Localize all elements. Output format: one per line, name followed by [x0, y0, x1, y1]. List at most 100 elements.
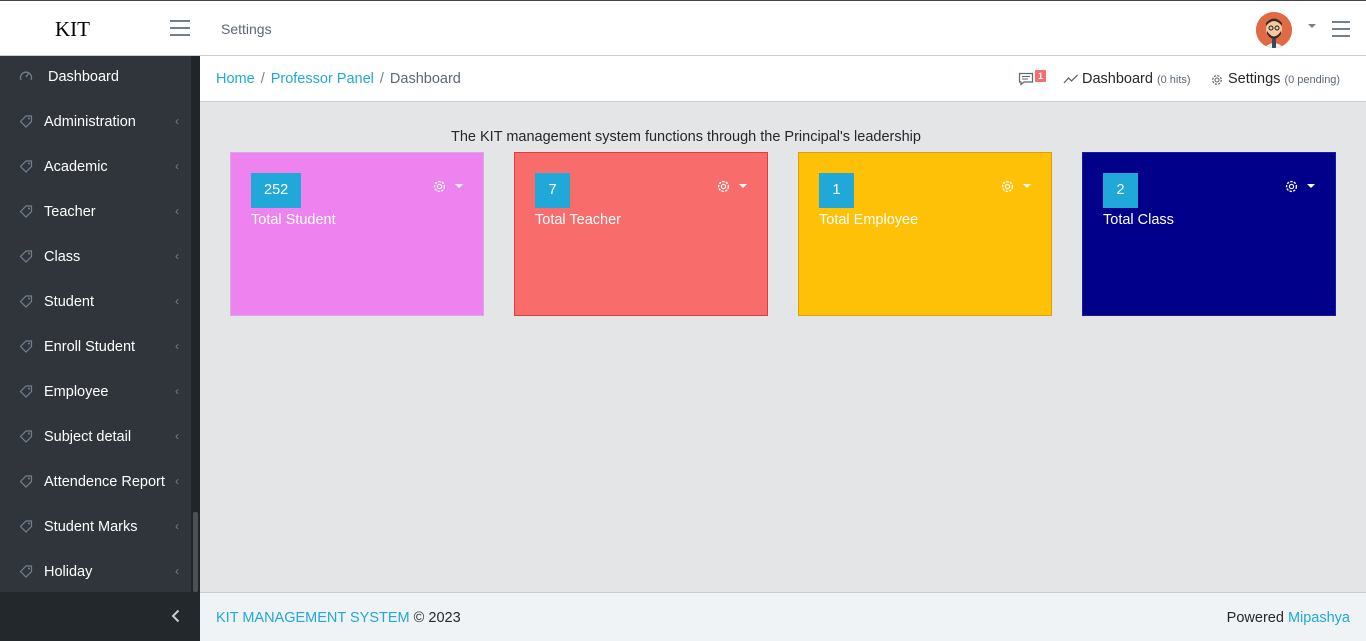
page-subtitle: The KIT management system functions thro…: [451, 129, 921, 145]
breadcrumb-professor-panel-link[interactable]: Professor Panel: [271, 71, 374, 87]
sidebar-item-label: Student: [44, 294, 94, 310]
sidebar-item-label: Enroll Student: [44, 339, 136, 355]
chevron-left-icon: ‹: [175, 384, 179, 398]
settings-pending-link[interactable]: Settings (0 pending): [1228, 71, 1340, 87]
footer-powered-label: Powered: [1226, 610, 1284, 626]
speech-bubble-icon[interactable]: [1018, 72, 1034, 86]
stat-card-label: Total Class: [1103, 212, 1174, 228]
stat-card-value: 252: [251, 173, 302, 208]
sidebar-minimizer-bar: [0, 592, 200, 641]
chevron-left-icon: ‹: [175, 564, 179, 578]
sidebar-item-student-marks[interactable]: Student Marks ‹: [0, 506, 191, 551]
gear-icon[interactable]: [1284, 179, 1299, 194]
dropdown-caret-icon[interactable]: [1023, 184, 1031, 188]
breadcrumb-home-link[interactable]: Home: [216, 71, 255, 87]
stat-card-value: 1: [819, 173, 854, 208]
sidebar-item-label: Administration: [44, 114, 136, 130]
breadcrumb: Home / Professor Panel / Dashboard: [216, 71, 461, 87]
tag-icon: [19, 250, 33, 263]
tag-icon: [19, 295, 33, 308]
sidebar-item-holiday[interactable]: Holiday ‹: [0, 551, 191, 592]
sidebar-toggle-button[interactable]: [170, 20, 190, 36]
sidebar-item-class[interactable]: Class ‹: [0, 236, 191, 281]
dropdown-caret-icon[interactable]: [455, 184, 463, 188]
sidebar-item-attendence-report[interactable]: Attendence Report ‹: [0, 461, 191, 506]
sidebar-item-label: Academic: [44, 159, 108, 175]
sidebar-scrollbar[interactable]: [191, 56, 200, 592]
gear-icon[interactable]: [1000, 179, 1015, 194]
speedometer-icon: [19, 71, 33, 81]
chevron-left-icon: ‹: [175, 474, 179, 488]
sidebar-item-academic[interactable]: Academic ‹: [0, 146, 191, 191]
chevron-left-icon: ‹: [175, 204, 179, 218]
sidebar-item-employee[interactable]: Employee ‹: [0, 371, 191, 416]
stat-card-label: Total Teacher: [535, 212, 621, 228]
graph-icon: [1063, 74, 1078, 84]
chevron-left-icon: ‹: [175, 114, 179, 128]
sidebar-item-label: Class: [44, 249, 81, 265]
sidebar-item-dashboard[interactable]: Dashboard: [0, 56, 191, 101]
brand-logo[interactable]: KIT: [55, 17, 90, 42]
sidebar-item-subject-detail[interactable]: Subject detail ‹: [0, 416, 191, 461]
chevron-left-icon: ‹: [175, 159, 179, 173]
breadcrumb-current: Dashboard: [389, 71, 461, 87]
sidebar-scrollbar-thumb[interactable]: [193, 512, 198, 592]
chevron-left-icon: ‹: [175, 429, 179, 443]
sidebar-item-label: Subject detail: [44, 429, 132, 445]
footer-copyright: KIT MANAGEMENT SYSTEM © 2023: [216, 610, 461, 626]
footer-brand-link[interactable]: KIT MANAGEMENT SYSTEM: [216, 610, 410, 626]
gear-icon[interactable]: [716, 179, 731, 194]
tag-icon: [19, 430, 33, 443]
gear-icon[interactable]: [432, 179, 447, 194]
sidebar-item-label: Dashboard: [48, 69, 119, 85]
user-avatar-icon: [1256, 12, 1292, 48]
top-navbar: KIT Settings: [0, 0, 1366, 56]
tag-icon: [19, 475, 33, 488]
aside-menu-toggle-button[interactable]: [1332, 21, 1350, 42]
sidebar-minimize-icon[interactable]: [168, 608, 184, 624]
sidebar-item-label: Student Marks: [44, 519, 138, 535]
settings-pending-count: (0 pending): [1284, 74, 1341, 86]
sidebar-item-label: Attendence Report: [44, 474, 165, 490]
stat-card-label: Total Student: [251, 212, 336, 228]
tag-icon: [19, 160, 33, 173]
gear-icon: [1212, 75, 1222, 85]
stat-card-value: 2: [1103, 173, 1138, 208]
sidebar-item-label: Teacher: [44, 204, 96, 220]
stat-card-label: Total Employee: [819, 212, 919, 228]
top-settings-link[interactable]: Settings: [221, 21, 272, 37]
tag-icon: [19, 565, 33, 578]
stat-card-total-class: 2 Total Class: [1082, 152, 1336, 316]
footer: KIT MANAGEMENT SYSTEM © 2023 Powered Mip…: [200, 592, 1366, 641]
sidebar-item-administration[interactable]: Administration ‹: [0, 101, 191, 146]
stat-card-total-employee: 1 Total Employee: [798, 152, 1052, 316]
dashboard-hits-link[interactable]: Dashboard (0 hits): [1082, 71, 1191, 87]
chevron-left-icon: ‹: [175, 339, 179, 353]
sidebar-item-teacher[interactable]: Teacher ‹: [0, 191, 191, 236]
tag-icon: [19, 385, 33, 398]
messages-count-badge: 1: [1035, 70, 1047, 82]
sidebar-item-student[interactable]: Student ‹: [0, 281, 191, 326]
sidebar-item-enroll-student[interactable]: Enroll Student ‹: [0, 326, 191, 371]
footer-powered-by-link[interactable]: Mipashya: [1288, 610, 1350, 626]
sidebar: Dashboard Administration ‹ Academic ‹ Te…: [0, 56, 200, 592]
dropdown-caret-icon[interactable]: [739, 184, 747, 188]
chevron-left-icon: ‹: [175, 249, 179, 263]
footer-powered-by: Powered Mipashya: [1227, 610, 1350, 626]
dashboard-hits-count: (0 hits): [1156, 74, 1191, 86]
avatar[interactable]: [1256, 12, 1292, 48]
stat-card-total-student: 252 Total Student: [230, 152, 484, 316]
tag-icon: [19, 115, 33, 128]
sidebar-item-label: Holiday: [44, 564, 93, 580]
tag-icon: [19, 340, 33, 353]
dropdown-caret-icon[interactable]: [1307, 184, 1315, 188]
stat-card-total-teacher: 7 Total Teacher: [514, 152, 768, 316]
tag-icon: [19, 205, 33, 218]
sidebar-item-label: Employee: [44, 384, 109, 400]
tag-icon: [19, 520, 33, 533]
avatar-dropdown-caret-icon[interactable]: [1308, 24, 1316, 28]
settings-link-label: Settings: [1228, 71, 1281, 87]
chevron-left-icon: ‹: [175, 519, 179, 533]
chevron-left-icon: ‹: [175, 294, 179, 308]
footer-copyright-year: © 2023: [413, 610, 461, 626]
